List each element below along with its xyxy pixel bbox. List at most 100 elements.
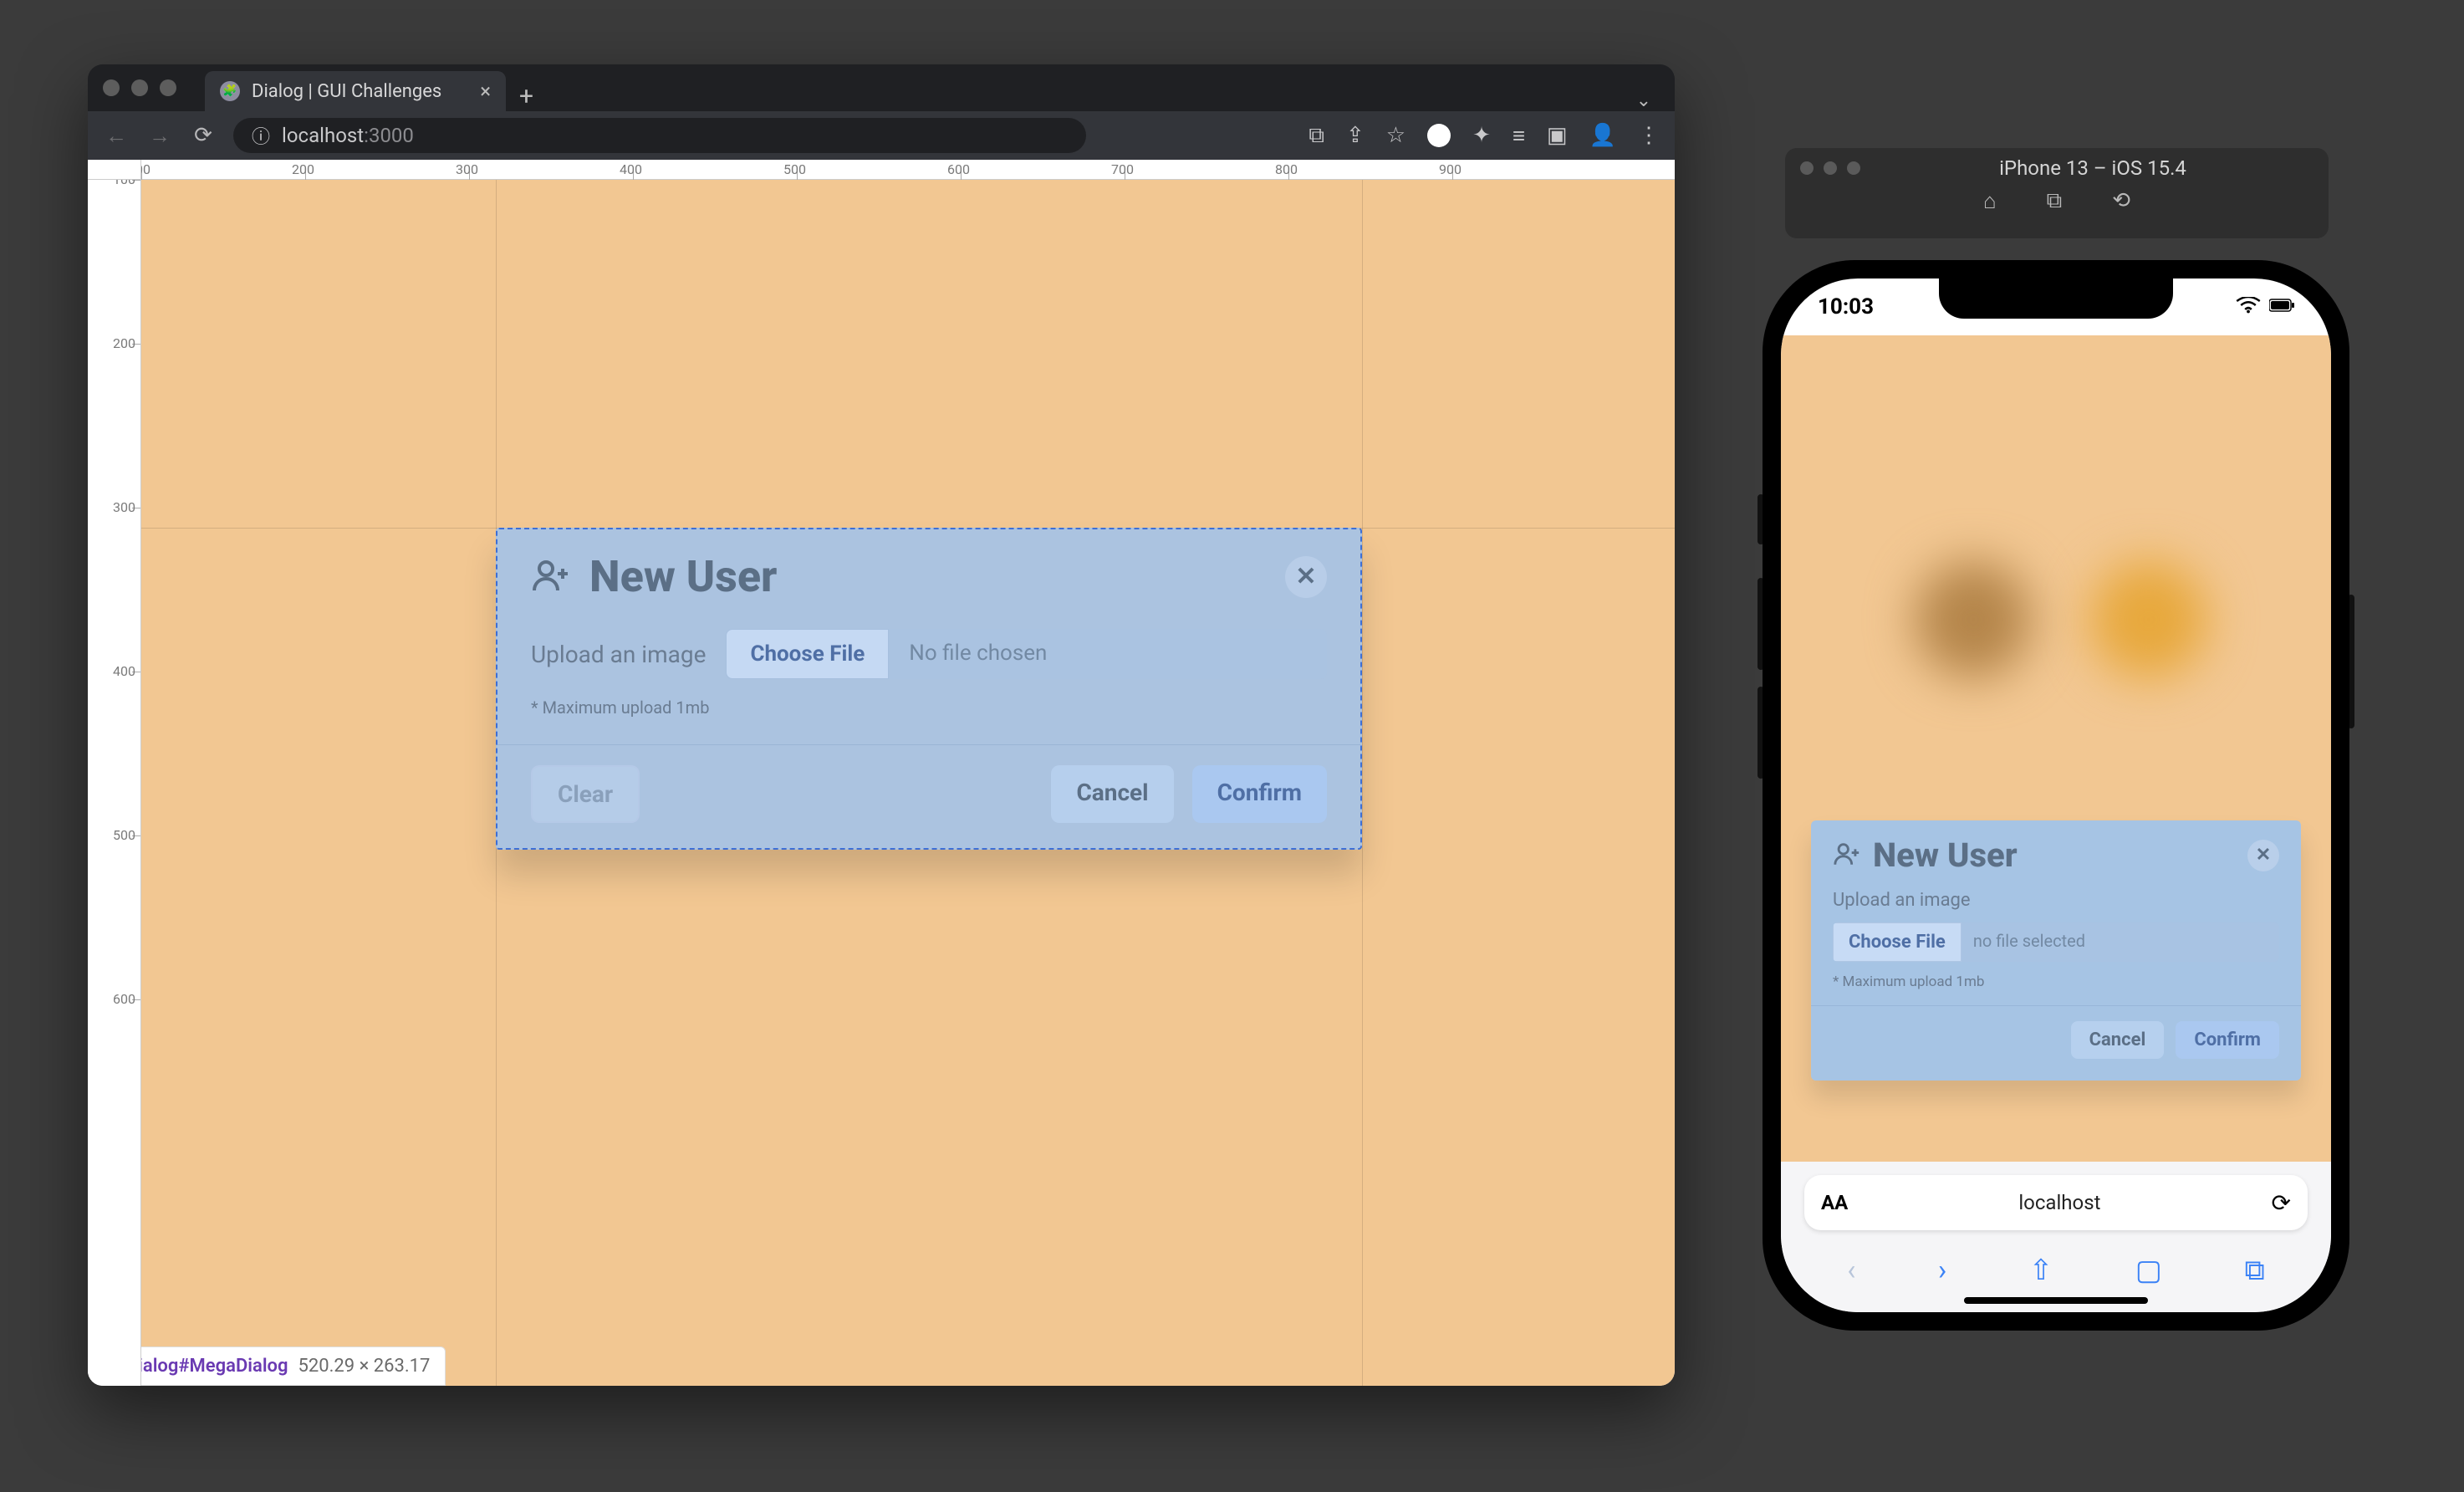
sim-rotate-icon[interactable]: ⟲: [2112, 188, 2130, 214]
confirm-button[interactable]: Confirm: [2176, 1021, 2279, 1059]
ruler-tick: 200: [292, 161, 314, 177]
url-text: localhost:3000: [282, 124, 414, 147]
dialog-header: New User ✕: [497, 529, 1360, 617]
dialog-footer: Clear Cancel Confirm: [497, 744, 1360, 848]
sim-close-button[interactable]: [1800, 161, 1814, 175]
new-tab-button[interactable]: +: [506, 82, 547, 111]
notch: [1939, 278, 2173, 319]
ruler-tick: 600: [947, 161, 970, 177]
user-add-icon: [1833, 840, 1861, 871]
window-titlebar: 🧩 Dialog | GUI Challenges × + ⌄: [88, 64, 1675, 111]
upload-label: Upload an image: [531, 641, 706, 668]
choose-file-button[interactable]: Choose File: [1833, 922, 1962, 962]
sim-home-icon[interactable]: ⌂: [1983, 188, 1997, 214]
menu-icon[interactable]: ⋮: [1638, 123, 1660, 148]
dialog-title: New User: [1873, 835, 2018, 875]
favicon-icon: 🧩: [220, 81, 240, 101]
page-content: New User ✕ Upload an image Choose File N…: [141, 180, 1675, 1386]
sim-screenshot-icon[interactable]: ⧉: [2047, 188, 2063, 214]
ruler-tick: 700: [1111, 161, 1134, 177]
simulator-title: iPhone 13 – iOS 15.4: [1872, 156, 2314, 180]
phone-screen: 10:03 New User ✕ Upload an image Cho: [1781, 278, 2331, 1312]
file-input[interactable]: Choose File No file chosen: [726, 629, 1327, 679]
window-minimize-button[interactable]: [131, 79, 148, 96]
ruler-tick: 400: [620, 161, 642, 177]
media-icon[interactable]: ≡: [1513, 123, 1525, 149]
safari-page: New User ✕ Upload an image Choose File n…: [1781, 335, 2331, 1162]
ruler-horizontal: 100 200 300 400 500 600 700 800 900: [141, 160, 1675, 180]
mobile-mega-dialog: New User ✕ Upload an image Choose File n…: [1811, 820, 2301, 1081]
browser-toolbar: ← → ⟳ ⓘ localhost:3000 ⧉ ⇪ ☆ ✦ ≡ ▣ 👤 ⋮: [88, 111, 1675, 160]
ruler-tick: 400: [113, 663, 135, 679]
toolbar-right: ⧉ ⇪ ☆ ✦ ≡ ▣ 👤 ⋮: [1309, 123, 1660, 149]
dialog-close-button[interactable]: ✕: [2247, 840, 2279, 871]
wifi-icon: [2236, 294, 2261, 319]
site-info-icon[interactable]: ⓘ: [252, 122, 270, 149]
devices-icon[interactable]: ▣: [1547, 123, 1568, 148]
battery-icon: [2269, 294, 2294, 319]
iphone-device: 10:03 New User ✕ Upload an image Cho: [1763, 260, 2349, 1331]
simulator-toolbar: iPhone 13 – iOS 15.4 ⌂ ⧉ ⟲: [1785, 148, 2329, 238]
user-add-icon: [531, 555, 571, 599]
ruler-tick: 300: [113, 499, 135, 515]
devtools-dimensions: 520.29 × 263.17: [298, 1356, 431, 1377]
reload-icon[interactable]: ⟳: [2272, 1189, 2291, 1217]
text-size-icon[interactable]: AA: [1821, 1191, 1848, 1214]
layout-guide: [1362, 180, 1363, 1386]
confirm-button[interactable]: Confirm: [1192, 765, 1327, 823]
dialog-body: Upload an image Choose File No file chos…: [497, 617, 1360, 726]
window-close-button[interactable]: [103, 79, 120, 96]
cancel-button[interactable]: Cancel: [2071, 1021, 2165, 1059]
browser-tab[interactable]: 🧩 Dialog | GUI Challenges ×: [205, 71, 506, 111]
profile-icon[interactable]: 👤: [1589, 123, 1616, 148]
extensions-icon[interactable]: ✦: [1472, 123, 1491, 148]
ruler-corner: [88, 160, 141, 180]
tab-close-button[interactable]: ×: [480, 79, 491, 103]
safari-tabs-button[interactable]: ⧉: [2244, 1254, 2264, 1287]
simulator-window-lights: [1800, 161, 1860, 175]
safari-share-button[interactable]: ⇧: [2029, 1254, 2053, 1287]
devtools-element-badge[interactable]: ▦ dialog#MegaDialog 520.29 × 263.17: [88, 1346, 446, 1386]
forward-button[interactable]: →: [146, 123, 173, 149]
ruler-tick: 300: [456, 161, 478, 177]
browser-viewport: 100 200 300 400 500 600 700 800 900 100 …: [88, 160, 1675, 1386]
bookmark-icon[interactable]: ☆: [1386, 123, 1405, 148]
choose-file-button[interactable]: Choose File: [726, 629, 889, 679]
reload-button[interactable]: ⟳: [190, 123, 217, 148]
chrome-browser-window: 🧩 Dialog | GUI Challenges × + ⌄ ← → ⟳ ⓘ …: [88, 64, 1675, 1386]
tab-list-button[interactable]: ⌄: [1628, 90, 1660, 111]
safari-address-bar[interactable]: AA localhost ⟳: [1804, 1175, 2308, 1230]
devtools-selector: dialog#MegaDialog: [128, 1356, 288, 1377]
window-maximize-button[interactable]: [160, 79, 176, 96]
safari-bookmarks-button[interactable]: ▢: [2135, 1254, 2162, 1287]
ruler-tick: 800: [1275, 161, 1298, 177]
address-bar[interactable]: ⓘ localhost:3000: [233, 118, 1086, 153]
upload-hint: * Maximum upload 1mb: [1833, 973, 2279, 990]
tab-title: Dialog | GUI Challenges: [252, 81, 441, 102]
file-input[interactable]: Choose File no file selected: [1833, 922, 2279, 962]
tab-strip: 🧩 Dialog | GUI Challenges × + ⌄: [205, 64, 1660, 111]
back-button[interactable]: ←: [103, 123, 130, 149]
file-placeholder: no file selected: [1962, 922, 2279, 962]
ruler-tick: 200: [113, 335, 135, 351]
home-indicator[interactable]: [1964, 1297, 2148, 1304]
sim-minimize-button[interactable]: [1824, 161, 1837, 175]
safari-bottom-bar: AA localhost ⟳ ‹ › ⇧ ▢ ⧉: [1781, 1162, 2331, 1312]
ruler-tick: 900: [1439, 161, 1462, 177]
sim-maximize-button[interactable]: [1847, 161, 1860, 175]
upload-label: Upload an image: [1833, 890, 2279, 911]
safari-forward-button[interactable]: ›: [1938, 1254, 1946, 1287]
dialog-close-button[interactable]: ✕: [1285, 556, 1327, 598]
upload-hint: * Maximum upload 1mb: [531, 697, 1327, 718]
blurred-avatar-icon: [1915, 561, 2032, 678]
cancel-button[interactable]: Cancel: [1051, 765, 1173, 823]
ruler-vertical: 100 200 300 400 500 600: [88, 180, 141, 1386]
open-external-icon[interactable]: ⧉: [1309, 123, 1324, 149]
blurred-avatar-icon: [2090, 561, 2207, 678]
safari-back-button[interactable]: ‹: [1847, 1254, 1855, 1287]
clear-button[interactable]: Clear: [531, 765, 640, 823]
share-icon[interactable]: ⇪: [1346, 123, 1365, 148]
ruler-tick: 500: [783, 161, 806, 177]
extension-icon[interactable]: [1427, 124, 1451, 147]
ruler-tick: 600: [113, 991, 135, 1007]
